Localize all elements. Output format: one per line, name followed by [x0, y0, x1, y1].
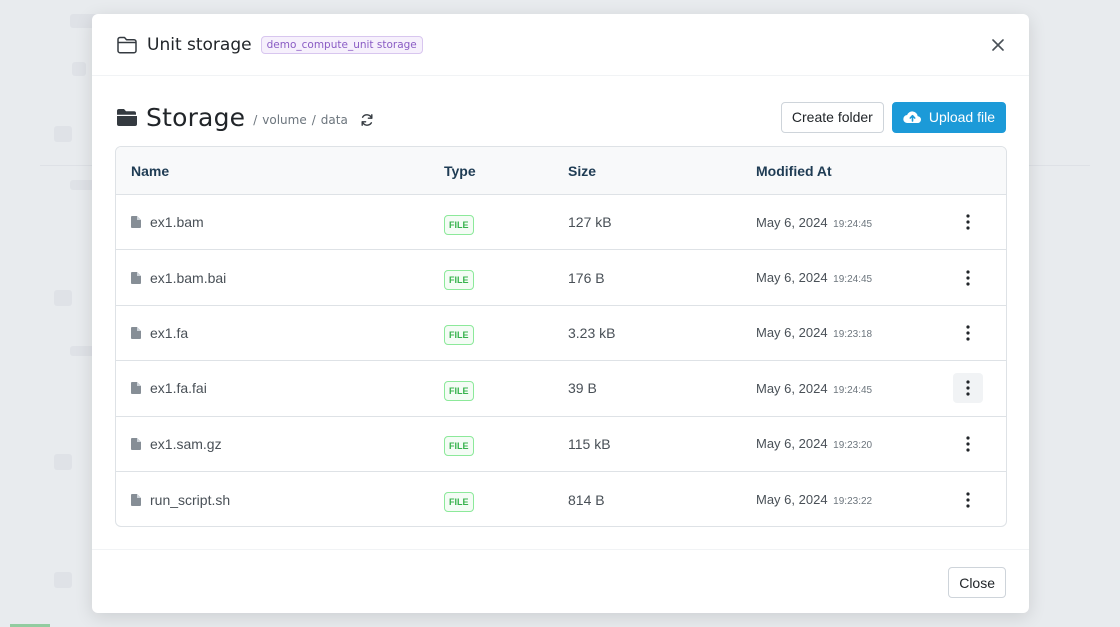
- modified-at: May 6, 2024 19:24:45: [756, 381, 872, 396]
- file-size: 814 B: [568, 491, 605, 508]
- file-size: 39 B: [568, 380, 597, 397]
- modified-time: 19:24:45: [833, 384, 873, 396]
- modified-at: May 6, 2024 19:24:45: [756, 270, 872, 285]
- modified-date: May 6, 2024: [756, 325, 828, 341]
- more-actions-icon[interactable]: [953, 373, 983, 404]
- file-name: run_script.sh: [150, 491, 231, 508]
- modified-time: 19:24:45: [833, 274, 873, 286]
- modified-time: 19:23:22: [833, 496, 873, 508]
- storage-actions: Create folder Upload file: [780, 101, 1006, 133]
- file-name: ex1.sam.gz: [150, 435, 222, 452]
- storage-modal: Unit storage demo_compute_unit storage S…: [92, 14, 1029, 613]
- more-actions-icon[interactable]: [953, 318, 983, 348]
- file-size: 3.23 kB: [568, 324, 616, 341]
- modified-date: May 6, 2024: [756, 380, 828, 396]
- storage-title: Storage: [146, 102, 246, 132]
- breadcrumb-item-data[interactable]: data: [321, 113, 348, 127]
- folder-outline-icon: [116, 35, 138, 54]
- file-size: 115 kB: [568, 435, 611, 452]
- table-row[interactable]: ex1.fa FILE 3.23 kB May 6, 2024 19:23:18: [116, 306, 1006, 362]
- file-name-cell[interactable]: ex1.bam: [131, 214, 204, 230]
- type-badge: FILE: [444, 492, 474, 513]
- modified-at: May 6, 2024 19:23:18: [756, 325, 872, 340]
- file-size: 176 B: [568, 269, 605, 286]
- file-name: ex1.bam.bai: [150, 269, 227, 286]
- column-size[interactable]: Size: [568, 163, 596, 179]
- files-table: Name Type Size Modified At ex1.bam FILE …: [115, 146, 1007, 527]
- table-row[interactable]: ex1.sam.gz FILE 115 kB May 6, 2024 19:23…: [116, 417, 1006, 472]
- file-name-cell[interactable]: ex1.fa: [131, 325, 188, 341]
- more-actions-icon[interactable]: [953, 429, 983, 459]
- breadcrumb-separator: /: [311, 113, 316, 127]
- type-badge: FILE: [444, 436, 474, 457]
- modified-date: May 6, 2024: [756, 436, 828, 452]
- column-name[interactable]: Name: [131, 163, 169, 179]
- file-name-cell[interactable]: ex1.fa.fai: [131, 380, 207, 396]
- close-button[interactable]: Close: [948, 567, 1006, 598]
- table-row[interactable]: ex1.fa.fai FILE 39 B May 6, 2024 19:24:4…: [116, 361, 1006, 417]
- file-name-cell[interactable]: ex1.sam.gz: [131, 436, 222, 452]
- scope-badge: demo_compute_unit storage: [260, 35, 423, 54]
- folder-icon: [116, 108, 138, 127]
- storage-toolbar: Storage / volume / data Create folder Up…: [116, 100, 1006, 134]
- cloud-upload-icon: [903, 110, 922, 124]
- file-icon: [131, 437, 141, 450]
- refresh-icon[interactable]: [360, 113, 374, 127]
- modified-at: May 6, 2024 19:24:45: [756, 215, 872, 230]
- table-row[interactable]: ex1.bam.bai FILE 176 B May 6, 2024 19:24…: [116, 250, 1006, 306]
- modal-footer: Close: [92, 549, 1029, 613]
- modified-at: May 6, 2024 19:23:20: [756, 436, 872, 451]
- file-icon: [131, 326, 141, 339]
- table-row[interactable]: ex1.bam FILE 127 kB May 6, 2024 19:24:45: [116, 195, 1006, 251]
- breadcrumb-separator: /: [253, 113, 258, 127]
- file-name-cell[interactable]: run_script.sh: [131, 492, 230, 508]
- modified-date: May 6, 2024: [756, 270, 828, 286]
- more-actions-icon[interactable]: [953, 207, 983, 237]
- table-body: ex1.bam FILE 127 kB May 6, 2024 19:24:45…: [116, 195, 1006, 526]
- column-type[interactable]: Type: [444, 163, 476, 179]
- more-actions-icon[interactable]: [953, 485, 983, 515]
- file-icon: [131, 271, 141, 284]
- breadcrumb-item-volume[interactable]: volume: [262, 113, 306, 127]
- file-name: ex1.fa.fai: [150, 380, 207, 397]
- modal-title: Unit storage: [147, 34, 252, 55]
- table-row[interactable]: run_script.sh FILE 814 B May 6, 2024 19:…: [116, 472, 1006, 526]
- modified-date: May 6, 2024: [756, 214, 828, 230]
- type-badge: FILE: [444, 270, 474, 291]
- modal-header: Unit storage demo_compute_unit storage: [92, 14, 1029, 76]
- breadcrumb: / volume / data: [253, 113, 348, 127]
- upload-file-button[interactable]: Upload file: [891, 101, 1006, 133]
- file-icon: [131, 493, 141, 506]
- modified-date: May 6, 2024: [756, 492, 828, 508]
- file-icon: [131, 382, 141, 395]
- type-badge: FILE: [444, 380, 474, 401]
- modified-time: 19:23:20: [833, 440, 873, 452]
- modified-at: May 6, 2024 19:23:22: [756, 492, 872, 507]
- modified-time: 19:23:18: [833, 329, 873, 341]
- column-modified-at[interactable]: Modified At: [756, 163, 832, 179]
- close-icon[interactable]: [989, 36, 1007, 54]
- type-badge: FILE: [444, 325, 474, 346]
- file-name: ex1.fa: [150, 324, 189, 341]
- create-folder-button[interactable]: Create folder: [780, 101, 884, 133]
- file-icon: [131, 216, 141, 229]
- more-actions-icon[interactable]: [953, 263, 983, 293]
- modified-time: 19:24:45: [833, 218, 873, 230]
- file-name-cell[interactable]: ex1.bam.bai: [131, 270, 226, 286]
- type-badge: FILE: [444, 214, 474, 235]
- table-header: Name Type Size Modified At: [116, 147, 1006, 195]
- file-size: 127 kB: [568, 214, 612, 231]
- upload-file-label: Upload file: [928, 109, 995, 125]
- file-name: ex1.bam: [150, 214, 204, 231]
